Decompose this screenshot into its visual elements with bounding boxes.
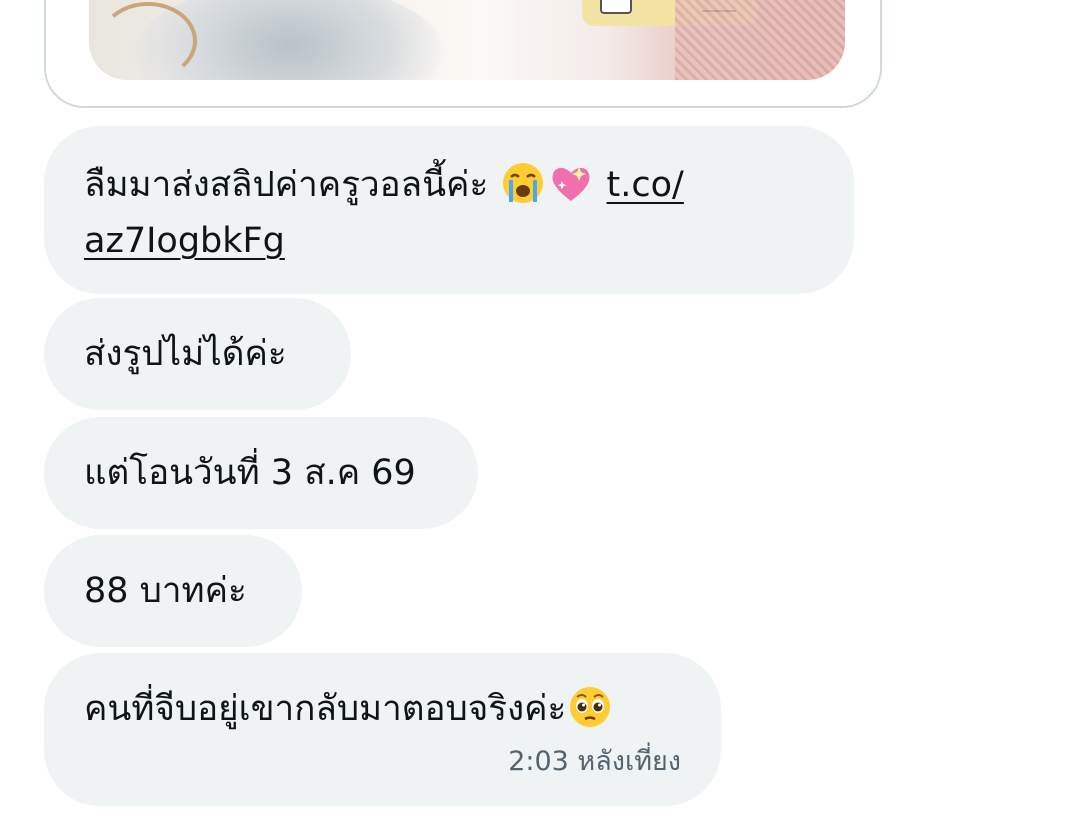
photo-twine — [99, 2, 197, 80]
attached-photo[interactable] — [89, 0, 845, 80]
pleading-face-icon — [570, 687, 611, 727]
message-bubble[interactable]: 88 บาทค่ะ — [44, 535, 302, 647]
message-text: แต่โอนวันที่ 3 ส.ค 69 — [84, 453, 416, 493]
message-bubble[interactable]: ส่งรูปไม่ได้ค่ะ — [44, 298, 351, 410]
loudly-crying-face-icon — [503, 163, 544, 203]
media-card[interactable] — [44, 0, 882, 108]
photo-knit-fabric — [675, 0, 845, 80]
message-bubble[interactable]: ลืมมาส่งสลิปค่าครูวอลนี้ค่ะ t.co/az7Iogb… — [44, 126, 854, 294]
message-text: 88 บาทค่ะ — [84, 571, 247, 611]
message-timestamp: 2:03 หลังเที่ยง — [508, 746, 681, 777]
message-text: คนที่จีบอยู่เขากลับมาตอบจริงค่ะ — [84, 689, 567, 729]
message-bubble[interactable]: แต่โอนวันที่ 3 ส.ค 69 — [44, 417, 478, 529]
message-bubble[interactable]: คนที่จีบอยู่เขากลับมาตอบจริงค่ะ 2:03 หลั… — [44, 653, 721, 806]
sparkling-heart-icon — [552, 167, 590, 201]
message-text: ส่งรูปไม่ได้ค่ะ — [84, 334, 287, 374]
message-text: ลืมมาส่งสลิปค่าครูวอลนี้ค่ะ — [84, 165, 489, 205]
